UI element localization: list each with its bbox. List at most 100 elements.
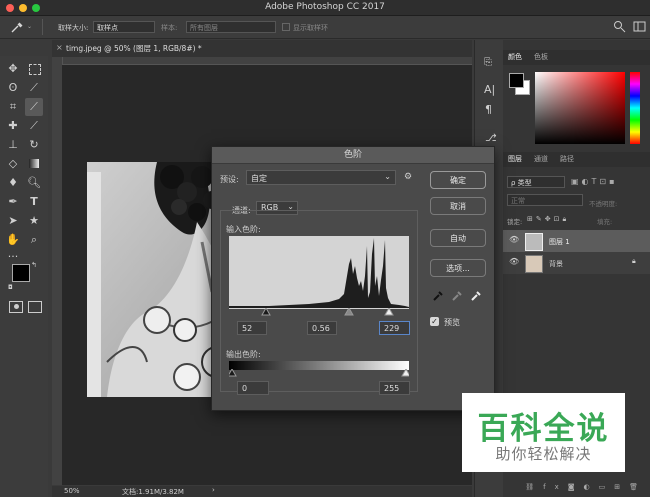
preset-options-gear-icon[interactable]: ⚙︎ [404, 172, 412, 182]
swap-colors-icon[interactable]: ↰ [31, 261, 37, 269]
layer-name[interactable]: 背景 [549, 259, 563, 269]
default-colors-icon[interactable]: ◘ [8, 284, 13, 291]
gray-point-eyedropper-icon[interactable] [451, 289, 463, 301]
options-bar: ⌄ 取样大小: 取样点 样本: 所有图层 显示取样环 [0, 16, 650, 39]
lock-icons[interactable]: ⊞✎✥⊡🔒︎ [527, 215, 569, 224]
preview-label: 预览 [444, 318, 460, 327]
levels-dialog: 色阶 预设: 自定 ⌄ ⚙︎ 通道: RGB ⌄ 输入色阶: 52 0.56 2… [211, 146, 495, 411]
lasso-tool-icon[interactable]: ʘ [4, 79, 22, 97]
eyedropper-icon[interactable] [10, 21, 24, 33]
tab-swatches[interactable]: 色板 [529, 50, 553, 65]
input-black-slider[interactable] [261, 308, 271, 316]
gradient-tool-icon[interactable] [25, 155, 43, 173]
tab-channels[interactable]: 通道 [529, 152, 553, 167]
sample-size-select[interactable]: 取样点 [93, 21, 155, 33]
healing-brush-tool-icon[interactable]: ✚ [4, 117, 22, 135]
quick-mask-icon[interactable] [9, 301, 23, 313]
close-tab-icon[interactable]: × [56, 43, 63, 52]
tab-color[interactable]: 颜色 [503, 50, 527, 65]
tool-preset-chevron-icon[interactable]: ⌄ [27, 23, 32, 30]
zoom-tool-icon[interactable]: ⌕ [25, 231, 43, 249]
layer-row[interactable]: 👁︎ 图层 1 [503, 230, 650, 252]
character-panel-icon[interactable]: A| [484, 83, 495, 96]
input-white-field[interactable]: 229 [379, 321, 410, 335]
sample-select[interactable]: 所有图层 [186, 21, 276, 33]
zoom-level[interactable]: 50% [64, 487, 80, 495]
status-menu-chevron-icon[interactable]: › [212, 486, 215, 494]
adjustments-panel-icon[interactable]: ⎇ [485, 133, 497, 144]
input-white-slider[interactable] [384, 308, 394, 316]
type-tool-icon[interactable]: T [25, 193, 43, 211]
watermark-title: 百科全说 [477, 411, 610, 447]
input-sliders[interactable] [229, 308, 409, 317]
document-tab-bar: × timg.jpeg @ 50% (图层 1, RGB/8#) * [52, 40, 472, 58]
history-brush-tool-icon[interactable]: ↻ [25, 136, 43, 154]
preset-value: 自定 [251, 174, 267, 183]
input-black-field[interactable]: 52 [237, 321, 267, 335]
black-point-eyedropper-icon[interactable] [432, 289, 444, 301]
histogram [229, 236, 409, 309]
divider [42, 19, 43, 35]
sample-label: 样本: [161, 24, 178, 32]
layer-thumbnail [525, 255, 543, 273]
layers-footer-icons[interactable]: ⛓fx◙◐▭⊞🗑︎ [507, 483, 647, 494]
tools-panel: ✥ ʘ ⟋ ⌗ ⟋ ✚ ⟋ ⊥ ↻ ◇ ♦ 🔍︎ ✒ T ➤ ★ ✋ ⌕ ···… [0, 56, 48, 497]
layer-kind-filter[interactable]: ρ 类型 [507, 176, 565, 188]
preset-select[interactable]: 自定 ⌄ [246, 170, 396, 185]
color-picker-field[interactable] [535, 72, 625, 144]
move-tool-icon[interactable]: ✥ [4, 60, 22, 78]
panel-foreground-swatch[interactable] [509, 73, 524, 88]
output-white-field[interactable]: 255 [379, 381, 410, 395]
dodge-tool-icon[interactable]: 🔍︎ [25, 174, 43, 192]
auto-button[interactable]: 自动 [430, 229, 486, 247]
marquee-tool-icon[interactable] [25, 60, 43, 78]
opacity-label: 不透明度: [589, 200, 618, 208]
clone-stamp-tool-icon[interactable]: ⊥ [4, 136, 22, 154]
watermark-logo: 百科全说 助你轻松解决 [462, 393, 625, 472]
custom-shape-tool-icon[interactable]: ★ [25, 212, 43, 230]
screen-mode-icon[interactable] [28, 301, 42, 313]
hue-slider[interactable] [630, 72, 640, 144]
eraser-tool-icon[interactable]: ◇ [4, 155, 22, 173]
document-info: 文档:1.91M/3.82M [122, 488, 184, 496]
output-black-field[interactable]: 0 [237, 381, 269, 395]
input-gamma-slider[interactable] [344, 308, 354, 316]
input-levels-label: 输入色阶: [226, 225, 261, 234]
history-panel-icon[interactable]: ⎘ [484, 57, 492, 68]
path-selection-tool-icon[interactable]: ➤ [4, 212, 22, 230]
cancel-button[interactable]: 取消 [430, 197, 486, 215]
layer-filter-icons[interactable]: ▣◐T⊡▪ [571, 177, 618, 186]
output-white-slider[interactable] [401, 369, 409, 377]
crop-tool-icon[interactable]: ⌗ [4, 98, 22, 116]
blend-mode-select[interactable]: 正常 [507, 194, 583, 206]
show-ring-checkbox[interactable] [282, 23, 290, 31]
eyedropper-tool-icon[interactable]: ⟋ [25, 98, 43, 116]
pen-tool-icon[interactable]: ✒ [4, 193, 22, 211]
fill-label: 填充: [597, 218, 613, 226]
workspace-icon[interactable] [633, 20, 646, 33]
visibility-eye-icon[interactable]: 👁︎ [509, 257, 519, 266]
output-black-slider[interactable] [229, 369, 237, 377]
hand-tool-icon[interactable]: ✋ [4, 231, 22, 249]
tab-layers[interactable]: 图层 [503, 152, 527, 167]
white-point-eyedropper-icon[interactable] [470, 289, 482, 301]
output-sliders[interactable] [229, 369, 409, 378]
blur-tool-icon[interactable]: ♦ [4, 174, 22, 192]
title-bar: Adobe Photoshop CC 2017 [0, 0, 650, 16]
brush-tool-icon[interactable]: ⟋ [25, 117, 43, 135]
quick-selection-tool-icon[interactable]: ⟋ [25, 79, 43, 97]
chevron-down-icon: ⌄ [384, 172, 391, 181]
visibility-eye-icon[interactable]: 👁︎ [509, 235, 519, 244]
layer-name[interactable]: 图层 1 [549, 237, 570, 247]
input-gamma-field[interactable]: 0.56 [307, 321, 337, 335]
foreground-color-swatch[interactable] [12, 264, 30, 282]
paragraph-panel-icon[interactable]: ¶ [485, 103, 492, 116]
ok-button[interactable]: 确定 [430, 171, 486, 189]
layer-row[interactable]: 👁︎ 背景 🔒︎ [503, 252, 650, 274]
search-icon[interactable] [613, 20, 626, 33]
tab-paths[interactable]: 路径 [555, 152, 579, 167]
preview-checkbox[interactable]: ✓ [430, 317, 439, 326]
dialog-title: 色阶 [212, 147, 494, 164]
document-tab[interactable]: timg.jpeg @ 50% (图层 1, RGB/8#) * [66, 43, 202, 54]
options-button[interactable]: 选项... [430, 259, 486, 277]
